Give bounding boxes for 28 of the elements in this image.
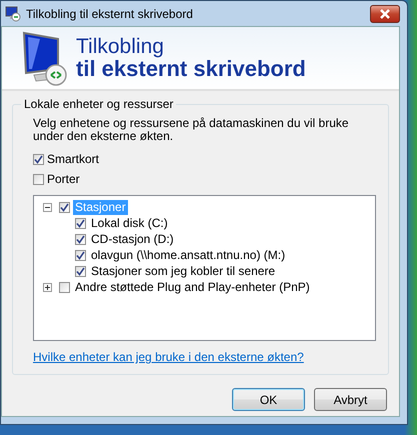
checkbox[interactable] [75, 218, 86, 228]
description-text: Velg enhetene og ressursene på datamaskinen du vil bruke under den eksterne økten. [33, 117, 350, 143]
checkbox[interactable] [59, 202, 70, 212]
expander-icon[interactable] [43, 202, 52, 212]
checkbox[interactable] [75, 250, 86, 260]
ok-button[interactable]: OK [232, 388, 305, 411]
tree-item[interactable]: Andre støttede Plug and Play-enheter (PnP) [73, 280, 312, 294]
checkbox-label: Porter [47, 172, 80, 186]
group-title: Lokale enheter og ressurser [23, 97, 174, 111]
cancel-button[interactable]: Avbryt [314, 388, 387, 411]
tree-item[interactable]: olavgun (\\home.ansatt.ntnu.no) (M:) [89, 248, 288, 262]
checkbox[interactable] [75, 234, 86, 244]
checkbox[interactable] [75, 266, 86, 276]
checkbox-label: Smartkort [47, 152, 100, 166]
close-icon [379, 8, 391, 18]
window-title: Tilkobling til eksternt skrivebord [26, 6, 193, 20]
header-title: Tilkobling [76, 36, 165, 57]
expander-icon[interactable] [43, 282, 52, 292]
help-link[interactable]: Hvilke enheter kan jeg bruke i den eksterne økten? [33, 350, 376, 364]
checkbox[interactable] [59, 282, 70, 292]
tree-item[interactable]: CD-stasjon (D:) [89, 232, 176, 246]
tree-item[interactable]: Stasjoner som jeg kobler til senere [89, 264, 278, 278]
checkbox[interactable] [33, 154, 44, 164]
header-subtitle: til eksternt skrivebord [76, 58, 306, 80]
close-button[interactable] [370, 4, 400, 22]
tree-item[interactable]: Lokal disk (C:) [89, 216, 170, 230]
monitor-icon [5, 6, 21, 22]
checkbox[interactable] [33, 174, 44, 184]
